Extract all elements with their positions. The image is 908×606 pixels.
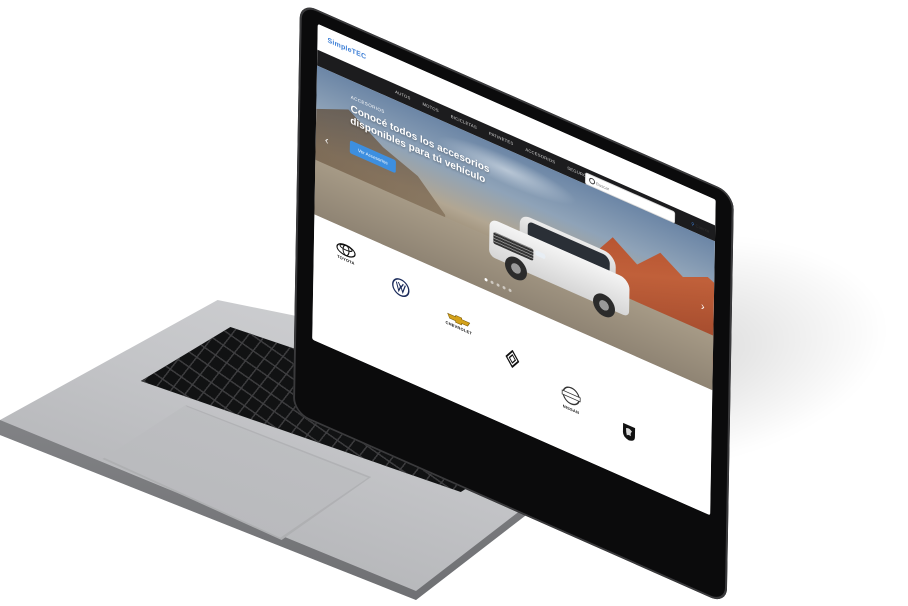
nav-item-motos[interactable]: MOTOS: [422, 101, 438, 113]
user-icon: ⚲: [691, 220, 695, 228]
brand-peugeot[interactable]: [621, 420, 637, 445]
brand-volkswagen[interactable]: [392, 275, 410, 301]
volkswagen-logo-icon: [392, 278, 410, 298]
search-icon: [589, 176, 596, 186]
nav-item-autos[interactable]: AUTOS: [395, 89, 410, 101]
laptop-mockup: SimpleTEC AUTOS MOTOS BICICLETAS PATINET…: [0, 0, 908, 606]
renault-logo-icon: [505, 349, 520, 369]
brand-chevrolet[interactable]: CHEVROLET: [445, 310, 472, 336]
peugeot-logo-icon: [622, 422, 636, 441]
brand-toyota[interactable]: TOYOTA: [336, 240, 356, 267]
website-screen: SimpleTEC AUTOS MOTOS BICICLETAS PATINET…: [312, 23, 716, 516]
brand-nissan[interactable]: NISSAN: [561, 382, 581, 417]
brand-renault[interactable]: [505, 347, 520, 371]
